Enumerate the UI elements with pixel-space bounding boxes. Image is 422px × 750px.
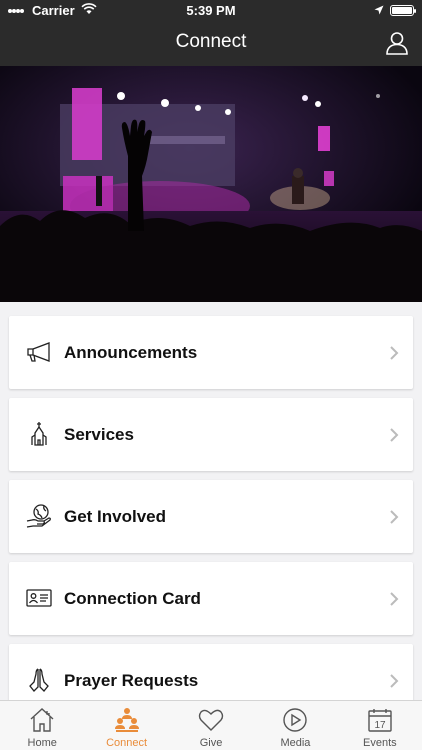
heart-icon <box>198 709 224 731</box>
menu-item-label: Announcements <box>64 342 198 362</box>
chevron-right-icon <box>390 674 399 688</box>
menu-item-connection-card[interactable]: Connection Card <box>9 562 413 635</box>
menu-item-label: Connection Card <box>64 588 201 608</box>
calendar-date: 17 <box>374 720 386 731</box>
top-bar: Carrier 5:39 PM Connect <box>0 0 422 66</box>
menu-item-label: Prayer Requests <box>64 670 199 690</box>
tab-home[interactable]: Home <box>0 701 84 750</box>
chevron-right-icon <box>390 346 399 360</box>
menu-item-label: Get Involved <box>64 506 167 526</box>
tab-give[interactable]: Give <box>169 701 253 750</box>
globe-hand-icon <box>26 504 51 528</box>
play-icon <box>283 708 308 732</box>
menu-item-announcements[interactable]: Announcements <box>9 316 413 389</box>
people-icon <box>114 708 139 732</box>
church-icon <box>31 422 47 446</box>
tab-connect[interactable]: Connect <box>84 701 168 750</box>
menu-item-prayer-requests[interactable]: Prayer Requests <box>9 644 413 700</box>
megaphone-icon <box>27 342 50 362</box>
menu-item-label: Services <box>64 424 134 444</box>
battery-icon <box>390 5 416 16</box>
status-time: 5:39 PM <box>186 3 236 18</box>
tab-label: Home <box>27 737 57 749</box>
tab-media[interactable]: Media <box>253 701 337 750</box>
page-title: Connect <box>175 31 247 52</box>
calendar-icon: 17 <box>368 709 392 732</box>
tab-events[interactable]: 17 Events <box>338 701 422 750</box>
connect-menu-list: Announcements Services Get Involved Conn… <box>0 302 422 700</box>
profile-button[interactable] <box>384 30 410 56</box>
tab-label: Media <box>280 737 311 749</box>
tab-label: Events <box>363 737 397 749</box>
location-arrow-icon <box>374 3 384 18</box>
menu-item-get-involved[interactable]: Get Involved <box>9 480 413 553</box>
id-card-icon <box>26 589 52 607</box>
tab-label: Give <box>199 737 223 749</box>
user-icon <box>386 32 408 55</box>
menu-item-services[interactable]: Services <box>9 398 413 471</box>
tab-bar: Home Connect Give Media 17 Events <box>0 700 422 750</box>
home-icon <box>30 708 54 732</box>
hero-image <box>0 66 422 302</box>
tab-label: Connect <box>106 737 148 749</box>
status-bar: Carrier 5:39 PM <box>0 0 422 22</box>
chevron-right-icon <box>390 428 399 442</box>
chevron-right-icon <box>390 592 399 606</box>
chevron-right-icon <box>390 510 399 524</box>
praying-hands-icon <box>29 668 49 692</box>
